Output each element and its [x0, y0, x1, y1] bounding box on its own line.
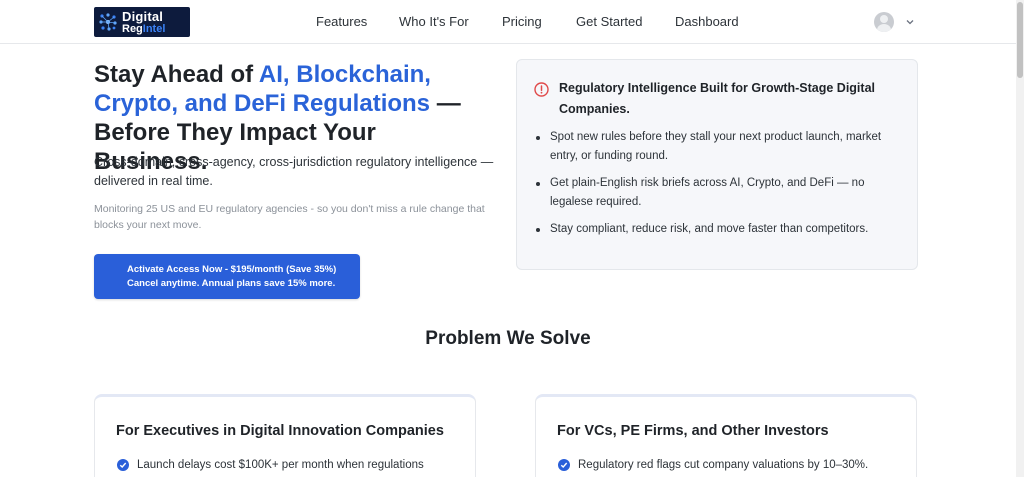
scrollbar-thumb[interactable]: [1017, 2, 1023, 78]
hero-note: Monitoring 25 US and EU regulatory agenc…: [94, 203, 485, 231]
user-avatar-icon[interactable]: [874, 12, 894, 32]
list-item: Spot new rules before they stall your ne…: [534, 128, 904, 166]
cta-line1: Activate Access Now - $195/month (Save 3…: [127, 264, 337, 275]
nav-get-started[interactable]: Get Started: [576, 14, 642, 29]
info-card-title: Regulatory Intelligence Built for Growth…: [559, 81, 875, 116]
executives-card: For Executives in Digital Innovation Com…: [94, 394, 476, 477]
logo-text-line2: RegIntel: [122, 22, 166, 35]
list-item: Launch delays cost $100K+ per month when…: [117, 459, 424, 471]
list-item: Regulatory red flags cut company valuati…: [558, 459, 868, 471]
logo-text-reg: Reg: [122, 22, 143, 35]
activate-access-button[interactable]: Activate Access Now - $195/month (Save 3…: [94, 254, 360, 299]
chevron-down-icon[interactable]: [905, 14, 915, 25]
logo[interactable]: Digital RegIntel: [94, 7, 190, 37]
check-circle-icon: [117, 459, 129, 471]
nav-features[interactable]: Features: [316, 14, 367, 29]
info-card-list: Spot new rules before they stall your ne…: [534, 128, 904, 247]
logo-text-intel: Intel: [142, 22, 166, 35]
problem-heading: Problem We Solve: [425, 328, 591, 349]
investors-card-title: For VCs, PE Firms, and Other Investors: [557, 423, 829, 439]
logo-mark-icon: [97, 11, 119, 33]
list-item: Stay compliant, reduce risk, and move fa…: [534, 220, 904, 239]
nav-pricing[interactable]: Pricing: [502, 14, 542, 29]
regulatory-intel-card: Regulatory Intelligence Built for Growth…: [516, 59, 918, 270]
cta-line2: Cancel anytime. Annual plans save 15% mo…: [127, 278, 336, 289]
page-scrollbar[interactable]: [1016, 0, 1024, 477]
investors-card: For VCs, PE Firms, and Other Investors R…: [535, 394, 917, 477]
list-item: Get plain-English risk briefs across AI,…: [534, 174, 904, 212]
check-circle-icon: [558, 459, 570, 471]
hero-subtitle: Cross-domain, cross-agency, cross-jurisd…: [94, 155, 494, 188]
list-item-text: Regulatory red flags cut company valuati…: [578, 459, 869, 471]
hero-title-lead: Stay Ahead of: [94, 61, 259, 88]
nav-who-its-for[interactable]: Who It's For: [399, 14, 469, 29]
site-header: Digital RegIntel Features Who It's For P…: [0, 0, 1016, 44]
list-item-text: Launch delays cost $100K+ per month when…: [137, 459, 424, 471]
nav-dashboard[interactable]: Dashboard: [675, 14, 739, 29]
logo-text-line1: Digital: [122, 8, 164, 24]
executives-card-title: For Executives in Digital Innovation Com…: [116, 423, 444, 439]
alert-circle-icon: [534, 82, 549, 97]
